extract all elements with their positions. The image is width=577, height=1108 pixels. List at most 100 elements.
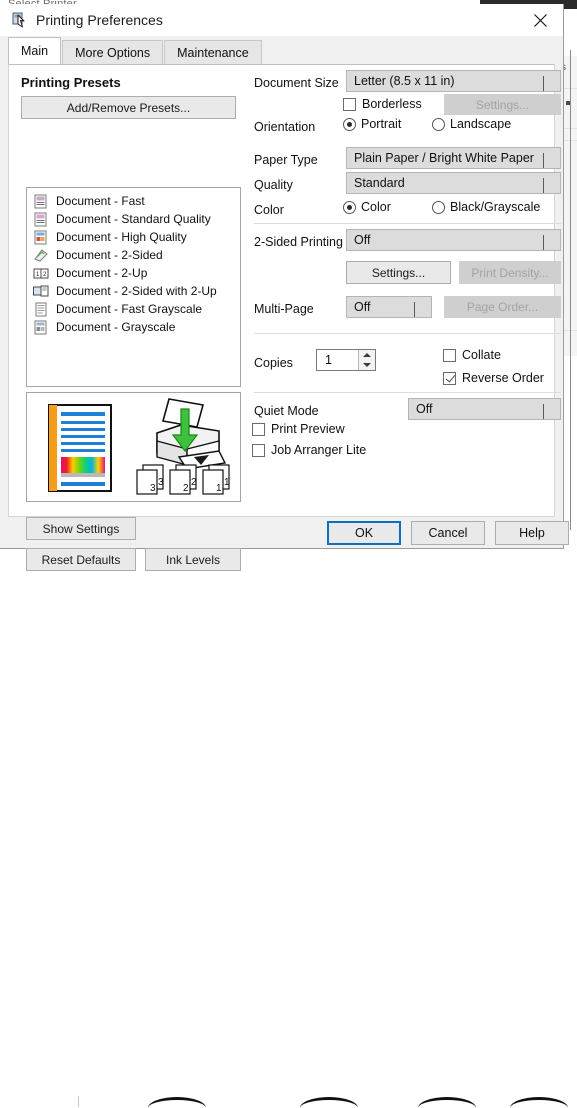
two-sided-printing-value: Off (354, 233, 370, 247)
printer-icon (12, 11, 30, 29)
two-sided-printing-label: 2-Sided Printing (254, 235, 343, 249)
svg-text:3: 3 (158, 477, 164, 488)
ok-button[interactable]: OK (327, 521, 401, 545)
copies-value: 1 (317, 353, 358, 367)
radio-ring (343, 118, 356, 131)
copies-spinner-arrows[interactable] (358, 350, 375, 370)
cancel-button[interactable]: Cancel (411, 521, 485, 545)
copies-label: Copies (254, 356, 293, 370)
multi-page-value: Off (354, 300, 370, 314)
orientation-portrait-radio[interactable]: Portrait (343, 117, 401, 131)
collate-label: Collate (462, 348, 501, 362)
color-color-radio[interactable]: Color (343, 200, 391, 214)
color-grayscale-label: Black/Grayscale (450, 200, 540, 214)
print-preview-label: Print Preview (271, 422, 345, 436)
preset-doc-fast-gray-icon (33, 302, 49, 317)
list-item-label: Document - 2-Sided (56, 248, 163, 262)
color-grayscale-radio[interactable]: Black/Grayscale (432, 200, 540, 214)
orientation-label: Orientation (254, 120, 315, 134)
color-color-label: Color (361, 200, 391, 214)
list-item-label: Document - 2-Up (56, 266, 147, 280)
two-sided-printing-select[interactable]: Off (346, 229, 561, 251)
list-item[interactable]: Document - Fast (27, 192, 240, 210)
presets-list[interactable]: Document - Fast Document - Standard Qual… (26, 187, 241, 387)
borderless-label: Borderless (362, 97, 422, 111)
checkbox-box (343, 98, 356, 111)
reset-defaults-button[interactable]: Reset Defaults (26, 548, 136, 571)
paper-type-label: Paper Type (254, 153, 318, 167)
list-item[interactable]: Document - Standard Quality (27, 210, 240, 228)
radio-ring (432, 201, 445, 214)
preset-doc-2sided-icon (33, 248, 49, 263)
color-label: Color (254, 203, 284, 217)
orientation-portrait-label: Portrait (361, 117, 401, 131)
borderless-settings-button: Settings... (444, 94, 561, 115)
multi-page-select[interactable]: Off (346, 296, 432, 318)
printing-presets-heading: Printing Presets (21, 75, 121, 90)
job-arranger-checkbox[interactable]: Job Arranger Lite (252, 443, 366, 457)
list-item-label: Document - Fast (56, 194, 145, 208)
copies-increment-button[interactable] (359, 350, 375, 360)
preset-doc-fast-icon (33, 194, 49, 209)
background-arc (510, 1097, 568, 1108)
chevron-down-icon (543, 76, 552, 85)
preset-doc-standard-icon (33, 212, 49, 227)
chevron-down-icon (414, 302, 423, 311)
divider (254, 223, 561, 224)
list-item-label: Document - Fast Grayscale (56, 302, 202, 316)
page-order-button: Page Order... (444, 296, 561, 318)
orientation-landscape-label: Landscape (450, 117, 511, 131)
preset-doc-2sided-2up-icon (33, 284, 49, 299)
preset-doc-2up-icon: 12 (33, 266, 49, 281)
list-item[interactable]: Document - 2-Sided (27, 246, 240, 264)
quiet-mode-value: Off (416, 402, 432, 416)
list-item[interactable]: Document - Fast Grayscale (27, 300, 240, 318)
window-titlebar: Printing Preferences (0, 4, 563, 36)
svg-text:1: 1 (216, 483, 222, 494)
print-density-button: Print Density... (459, 261, 561, 284)
background-separator (78, 1096, 79, 1107)
tab-more-options[interactable]: More Options (62, 40, 163, 64)
multi-page-label: Multi-Page (254, 302, 314, 316)
background-arc (418, 1097, 476, 1108)
help-button[interactable]: Help (495, 521, 569, 545)
copies-decrement-button[interactable] (359, 360, 375, 370)
document-size-label: Document Size (254, 76, 339, 90)
list-item[interactable]: 12 Document - 2-Up (27, 264, 240, 282)
collate-checkbox[interactable]: Collate (443, 348, 501, 362)
chevron-down-icon (543, 178, 552, 187)
close-icon[interactable] (517, 4, 563, 36)
borderless-checkbox[interactable]: Borderless (343, 97, 422, 111)
checkbox-box (443, 372, 456, 385)
list-item[interactable]: Document - 2-Sided with 2-Up (27, 282, 240, 300)
tab-strip: Main More Options Maintenance (0, 36, 563, 64)
quiet-mode-select[interactable]: Off (408, 398, 561, 420)
checkbox-box (252, 423, 265, 436)
add-remove-presets-button[interactable]: Add/Remove Presets... (21, 96, 236, 119)
tab-main[interactable]: Main (8, 37, 61, 64)
job-arranger-label: Job Arranger Lite (271, 443, 366, 457)
list-item[interactable]: Document - High Quality (27, 228, 240, 246)
caret-down-icon (363, 363, 371, 367)
orientation-landscape-radio[interactable]: Landscape (432, 117, 511, 131)
background-arc (148, 1097, 206, 1108)
svg-text:2: 2 (183, 483, 189, 494)
ink-levels-button[interactable]: Ink Levels (145, 548, 241, 571)
tab-maintenance[interactable]: Maintenance (164, 40, 262, 64)
list-item[interactable]: Document - Grayscale (27, 318, 240, 336)
list-item-label: Document - Standard Quality (56, 212, 211, 226)
two-sided-settings-button[interactable]: Settings... (346, 261, 451, 284)
background-divider (570, 50, 571, 530)
reverse-order-label: Reverse Order (462, 371, 544, 385)
window-title: Printing Preferences (36, 11, 163, 29)
preview-panel: 3 3 2 2 1 1 (26, 392, 241, 502)
quality-select[interactable]: Standard (346, 172, 561, 194)
chevron-down-icon (543, 153, 552, 162)
reverse-order-checkbox[interactable]: Reverse Order (443, 371, 544, 385)
svg-text:3: 3 (150, 483, 156, 494)
background-arc (300, 1097, 358, 1108)
document-size-select[interactable]: Letter (8.5 x 11 in) (346, 70, 561, 92)
paper-type-select[interactable]: Plain Paper / Bright White Paper (346, 147, 561, 169)
copies-stepper[interactable]: 1 (316, 349, 376, 371)
print-preview-checkbox[interactable]: Print Preview (252, 422, 345, 436)
